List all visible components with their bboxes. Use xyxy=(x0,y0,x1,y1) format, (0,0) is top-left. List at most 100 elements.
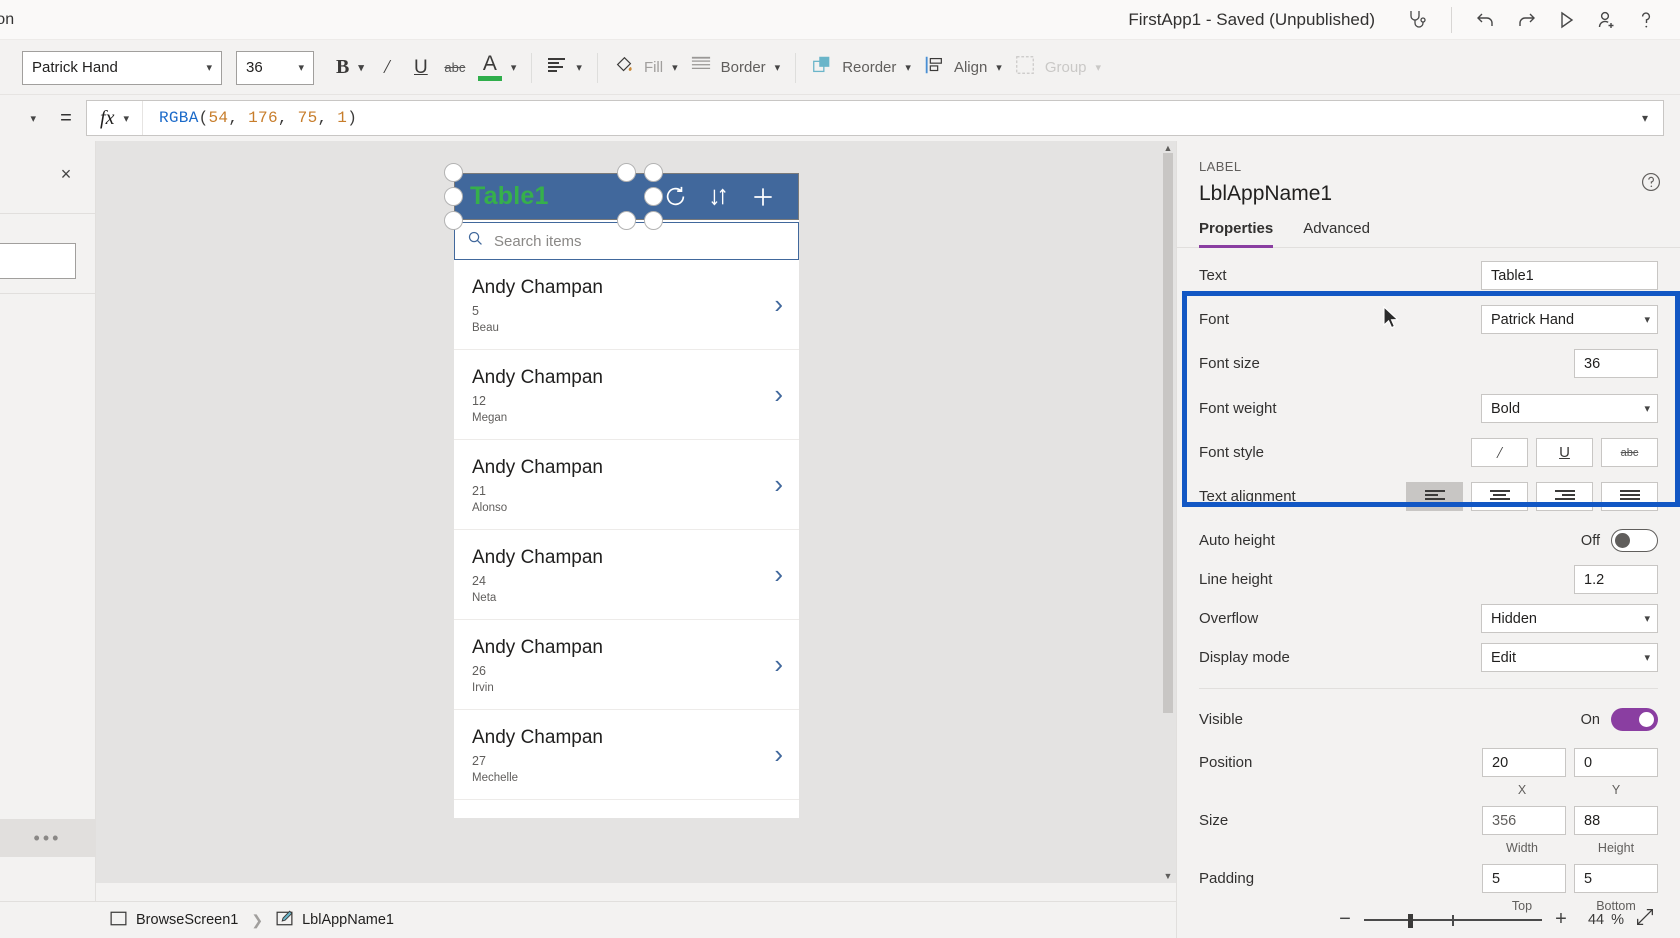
align-left-button[interactable] xyxy=(1406,482,1463,511)
font-family-dropdown[interactable]: Patrick Hand ▾ xyxy=(22,50,222,85)
list-item[interactable]: Andy Champan 5 Beau › xyxy=(454,260,799,350)
align-left-icon xyxy=(1424,489,1445,504)
item-subtitle-1: 24 xyxy=(472,574,486,589)
sort-icon[interactable] xyxy=(697,175,741,219)
formula-input-wrapper[interactable]: fx ▾ RGBA(54, 176, 75, 1) ▾ xyxy=(86,100,1664,136)
text-property-input[interactable]: Table1 xyxy=(1481,261,1658,290)
fill-button[interactable]: Fill ▾ xyxy=(607,50,684,86)
app-name-label[interactable]: Table1 xyxy=(470,184,653,209)
text-align-button[interactable]: ▾ xyxy=(541,50,588,86)
breadcrumb-control[interactable]: LblAppName1 xyxy=(276,910,394,931)
align-right-button[interactable] xyxy=(1536,482,1593,511)
font-style-underline-button[interactable]: U xyxy=(1536,438,1593,467)
tab-properties[interactable]: Properties xyxy=(1199,220,1274,248)
undo-icon[interactable] xyxy=(1466,3,1506,37)
list-item[interactable]: Andy Champan 12 Megan › xyxy=(454,350,799,440)
item-subtitle-1: 5 xyxy=(472,304,479,319)
scroll-up-icon[interactable]: ▲ xyxy=(1164,143,1173,153)
zoom-controls: − + 44 % xyxy=(504,901,1680,938)
list-item[interactable]: Andy Champan 24 Neta › xyxy=(454,530,799,620)
breadcrumb-control-label: LblAppName1 xyxy=(302,912,394,928)
padding-property-label: Padding xyxy=(1199,870,1255,887)
refresh-icon[interactable] xyxy=(653,175,697,219)
chevron-right-icon[interactable]: › xyxy=(774,289,783,320)
formula-input[interactable]: RGBA(54, 176, 75, 1) xyxy=(143,109,1627,127)
redo-icon[interactable] xyxy=(1506,3,1546,37)
gallery-search-box[interactable]: Search items xyxy=(454,222,799,260)
font-color-button[interactable]: A ▾ xyxy=(472,50,523,86)
auto-height-toggle[interactable] xyxy=(1611,529,1658,552)
chevron-right-icon[interactable]: › xyxy=(774,559,783,590)
zoom-slider[interactable] xyxy=(1363,911,1542,929)
align-menu-button[interactable]: Align ▾ xyxy=(917,50,1008,86)
underline-button[interactable]: U xyxy=(404,50,438,86)
border-label: Border xyxy=(720,59,766,76)
add-icon[interactable] xyxy=(741,175,785,219)
close-icon[interactable]: × xyxy=(51,159,81,189)
scrollbar-track[interactable] xyxy=(1162,153,1174,871)
visible-toggle[interactable] xyxy=(1611,708,1658,731)
property-selector-dropdown[interactable]: ▾ xyxy=(0,102,46,134)
align-justify-button[interactable] xyxy=(1601,482,1658,511)
zoom-slider-thumb[interactable] xyxy=(1407,913,1413,928)
app-preview-screen[interactable]: Table1 Search items Andy Champan 5 Beau … xyxy=(454,173,799,818)
border-button[interactable]: Border ▾ xyxy=(684,50,787,86)
position-y-input[interactable]: 0 xyxy=(1574,748,1658,777)
gallery-header[interactable]: Table1 xyxy=(454,173,799,220)
overflow-menu-button[interactable]: ••• xyxy=(0,819,95,857)
display-mode-property-dropdown[interactable]: Edit ▾ xyxy=(1481,643,1658,672)
formula-expand-icon[interactable]: ▾ xyxy=(1627,111,1663,125)
scrollbar-thumb[interactable] xyxy=(1163,153,1173,713)
item-subtitle-2: Megan xyxy=(472,412,508,425)
position-x-input[interactable]: 20 xyxy=(1482,748,1566,777)
item-subtitle-1: 12 xyxy=(472,394,486,409)
fx-button[interactable]: fx ▾ xyxy=(87,101,143,135)
help-icon[interactable] xyxy=(1640,171,1662,199)
overflow-property-dropdown[interactable]: Hidden ▾ xyxy=(1481,604,1658,633)
bold-button[interactable]: B ▾ xyxy=(330,50,370,86)
item-title: Andy Champan xyxy=(472,276,603,298)
help-icon[interactable] xyxy=(1626,3,1666,37)
list-item[interactable]: Andy Champan 27 Mechelle › xyxy=(454,710,799,800)
align-center-button[interactable] xyxy=(1471,482,1528,511)
size-height-input[interactable]: 88 xyxy=(1574,806,1658,835)
breadcrumb-screen[interactable]: BrowseScreen1 xyxy=(110,910,238,931)
chevron-right-icon[interactable]: › xyxy=(774,379,783,410)
search-input[interactable] xyxy=(0,243,76,279)
formula-bar: ▾ = fx ▾ RGBA(54, 176, 75, 1) ▾ xyxy=(0,95,1680,141)
font-property-dropdown[interactable]: Patrick Hand ▾ xyxy=(1481,305,1658,334)
share-user-icon[interactable] xyxy=(1586,3,1626,37)
font-style-strikethrough-button[interactable]: abc xyxy=(1601,438,1658,467)
size-width-input[interactable]: 356 xyxy=(1482,806,1566,835)
toolbar-divider xyxy=(596,52,598,83)
padding-bottom-input[interactable]: 5 xyxy=(1574,864,1658,893)
scroll-down-icon[interactable]: ▼ xyxy=(1164,871,1173,881)
font-style-italic-button[interactable]: / xyxy=(1471,438,1528,467)
app-checker-icon[interactable] xyxy=(1397,3,1437,37)
fit-to-screen-icon[interactable] xyxy=(1624,906,1666,933)
list-item[interactable]: Andy Champan 21 Alonso › xyxy=(454,440,799,530)
font-size-dropdown[interactable]: 36 ▾ xyxy=(236,50,314,85)
preview-play-icon[interactable] xyxy=(1546,3,1586,37)
chevron-down-icon: ▾ xyxy=(996,62,1002,74)
tab-advanced[interactable]: Advanced xyxy=(1303,220,1370,248)
properties-section-divider xyxy=(1199,688,1658,689)
reorder-button[interactable]: Reorder ▾ xyxy=(805,50,917,86)
app-canvas[interactable]: Table1 Search items Andy Champan 5 Beau … xyxy=(96,141,1176,883)
toolbar-divider xyxy=(531,52,533,83)
chevron-right-icon[interactable]: › xyxy=(774,469,783,500)
list-item[interactable]: Andy Champan 26 Irvin › xyxy=(454,620,799,710)
font-weight-property-dropdown[interactable]: Bold ▾ xyxy=(1481,394,1658,423)
strikethrough-button[interactable]: abc xyxy=(438,50,472,86)
breadcrumb-screen-label: BrowseScreen1 xyxy=(136,912,239,928)
zoom-in-button[interactable]: + xyxy=(1546,908,1576,931)
zoom-out-button[interactable]: − xyxy=(1330,908,1360,931)
font-size-property-input[interactable]: 36 xyxy=(1574,349,1658,378)
chevron-right-icon[interactable]: › xyxy=(774,649,783,680)
line-height-property-input[interactable]: 1.2 xyxy=(1574,565,1658,594)
italic-button[interactable]: / xyxy=(370,50,404,86)
canvas-scrollbar[interactable]: ▲ ▼ xyxy=(1162,143,1174,881)
tree-view-panel: × ••• xyxy=(0,141,96,901)
padding-top-input[interactable]: 5 xyxy=(1482,864,1566,893)
chevron-right-icon[interactable]: › xyxy=(774,739,783,770)
